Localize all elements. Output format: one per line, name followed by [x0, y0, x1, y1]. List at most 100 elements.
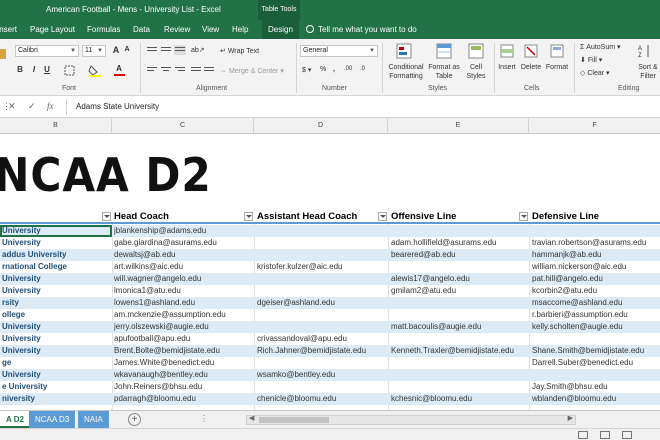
middle-align-icon[interactable]: [160, 45, 172, 55]
cell-assistant-head-coach[interactable]: [257, 225, 387, 237]
cancel-icon[interactable]: ✕: [8, 101, 16, 112]
cell-assistant-head-coach[interactable]: kristofer.kulzer@aic.edu: [257, 261, 387, 273]
borders-icon[interactable]: [64, 65, 76, 76]
tab-help[interactable]: Help: [232, 20, 248, 39]
page-layout-view-icon[interactable]: [600, 431, 610, 439]
cell-head-coach[interactable]: John.Reiners@bhsu.edu: [114, 381, 253, 393]
cell-head-coach[interactable]: will.wagner@angelo.edu: [114, 273, 253, 285]
tell-me-search[interactable]: Tell me what you want to do: [306, 20, 417, 39]
sort-filter-button[interactable]: Sort & Filter: [632, 63, 660, 81]
filter-dropdown-icon[interactable]: [102, 212, 111, 221]
cell-school[interactable]: University: [2, 333, 110, 345]
cell-head-coach[interactable]: wkavanaugh@bentley.edu: [114, 369, 253, 381]
cell-defensive-line[interactable]: Jay.Smith@bhsu.edu: [532, 381, 660, 393]
orientation-icon[interactable]: ab↗: [191, 46, 205, 54]
cell-head-coach[interactable]: gabe.giardina@asurams.edu: [114, 237, 253, 249]
cell-assistant-head-coach[interactable]: [257, 237, 387, 249]
cell-defensive-line[interactable]: hammanjk@ab.edu: [532, 249, 660, 261]
tab-view[interactable]: View: [202, 20, 219, 39]
cell-head-coach[interactable]: James.White@benedict.edu: [114, 357, 253, 369]
cell-assistant-head-coach[interactable]: [257, 285, 387, 297]
cell-offensive-line[interactable]: matt.bacoulis@augie.edu: [391, 321, 528, 333]
cell-offensive-line[interactable]: [391, 297, 528, 309]
insert-function-icon[interactable]: fx: [47, 101, 54, 111]
cell-offensive-line[interactable]: bearered@ab.edu: [391, 249, 528, 261]
cell-school[interactable]: ollege: [2, 309, 110, 321]
horizontal-scrollbar[interactable]: ◀ ▶: [246, 415, 576, 425]
cell-offensive-line[interactable]: [391, 369, 528, 381]
cell-assistant-head-coach[interactable]: [257, 357, 387, 369]
cell-head-coach[interactable]: Brent.Bolte@bemidjistate.edu: [114, 345, 253, 357]
bold-button[interactable]: B: [15, 65, 25, 74]
cell-styles-button[interactable]: Cell Styles: [460, 63, 492, 81]
cell-offensive-line[interactable]: alewis17@angelo.edu: [391, 273, 528, 285]
format-as-table-button[interactable]: Format as Table: [426, 63, 462, 81]
cell-assistant-head-coach[interactable]: chenicle@bloomu.edu: [257, 393, 387, 405]
conditional-formatting-button[interactable]: Conditional Formatting: [384, 63, 428, 81]
cell-school[interactable]: University: [2, 345, 110, 357]
underline-button[interactable]: U: [42, 65, 52, 74]
cell-offensive-line[interactable]: [391, 333, 528, 345]
cell-offensive-line[interactable]: [391, 381, 528, 393]
cell-offensive-line[interactable]: kchesnic@bloomu.edu: [391, 393, 528, 405]
insert-button[interactable]: Insert: [494, 63, 520, 72]
cell-head-coach[interactable]: jblankenship@adams.edu: [114, 225, 253, 237]
font-size-select[interactable]: 11 ▼: [82, 45, 106, 57]
add-sheet-icon[interactable]: +: [128, 413, 141, 426]
column-header-c[interactable]: C: [112, 118, 254, 134]
filter-dropdown-icon[interactable]: [244, 212, 253, 221]
formula-input[interactable]: Adams State University: [76, 102, 159, 111]
tab-review[interactable]: Review: [164, 20, 190, 39]
increase-indent-icon[interactable]: [203, 65, 215, 75]
number-format-select[interactable]: General ▼: [300, 45, 378, 57]
cell-defensive-line[interactable]: Darrell.Suber@benedict.edu: [532, 357, 660, 369]
cell-head-coach[interactable]: lmonica1@atu.edu: [114, 285, 253, 297]
cell-defensive-line[interactable]: Shane.Smith@bemidjistate.edu: [532, 345, 660, 357]
cell-school[interactable]: University: [2, 285, 110, 297]
header-defensive-line[interactable]: Defensive Line: [532, 210, 599, 224]
cell-defensive-line[interactable]: [532, 225, 660, 237]
tab-page-layout[interactable]: Page Layout: [30, 20, 75, 39]
align-right-icon[interactable]: [174, 65, 186, 75]
cell-offensive-line[interactable]: gmilam2@atu.edu: [391, 285, 528, 297]
sheet-tab-naia[interactable]: NAIA: [78, 411, 110, 428]
scroll-left-icon[interactable]: ◀: [249, 414, 254, 422]
worksheet-grid[interactable]: NCAA D2 Head Coach Assistant Head Coach …: [0, 134, 660, 410]
cell-defensive-line[interactable]: wblanden@bloomu.edu: [532, 393, 660, 405]
wrap-text-button[interactable]: ↵ Wrap Text: [220, 47, 259, 55]
cell-defensive-line[interactable]: william.nickerson@aic.edu: [532, 261, 660, 273]
font-color-icon[interactable]: A: [114, 64, 124, 73]
cell-offensive-line[interactable]: Kenneth.Traxler@bemidjistate.edu: [391, 345, 528, 357]
header-assistant-head-coach[interactable]: Assistant Head Coach: [257, 210, 357, 224]
cell-defensive-line[interactable]: r.barbieri@assumption.edu: [532, 309, 660, 321]
cell-defensive-line[interactable]: [532, 333, 660, 345]
scrollbar-thumb[interactable]: [259, 417, 329, 423]
cell-assistant-head-coach[interactable]: [257, 309, 387, 321]
currency-icon[interactable]: $ ▾: [302, 66, 311, 74]
cell-defensive-line[interactable]: kcorbin2@atu.edu: [532, 285, 660, 297]
filter-dropdown-icon[interactable]: [519, 212, 528, 221]
format-painter-icon[interactable]: [0, 47, 8, 61]
percent-icon[interactable]: %: [320, 66, 326, 73]
cell-defensive-line[interactable]: msaccome@ashland.edu: [532, 297, 660, 309]
page-break-view-icon[interactable]: [622, 431, 632, 439]
fill-color-icon[interactable]: [88, 64, 102, 77]
cell-assistant-head-coach[interactable]: [257, 381, 387, 393]
cell-school[interactable]: rnational College: [2, 261, 110, 273]
cell-head-coach[interactable]: apufootball@apu.edu: [114, 333, 253, 345]
cell-assistant-head-coach[interactable]: [257, 273, 387, 285]
cell-assistant-head-coach[interactable]: wsamko@bentley.edu: [257, 369, 387, 381]
column-header-b[interactable]: B: [0, 118, 112, 134]
scroll-right-icon[interactable]: ▶: [568, 414, 573, 422]
cell-offensive-line[interactable]: [391, 261, 528, 273]
sheet-tab-ncaa-d2[interactable]: A D2: [0, 411, 30, 428]
bottom-align-icon[interactable]: [174, 45, 186, 55]
header-offensive-line[interactable]: Offensive Line: [391, 210, 456, 224]
sheet-tab-ncaa-d3[interactable]: NCAA D3: [29, 411, 77, 428]
cell-assistant-head-coach[interactable]: crivassandoval@apu.edu: [257, 333, 387, 345]
cell-assistant-head-coach[interactable]: dgeiser@ashland.edu: [257, 297, 387, 309]
normal-view-icon[interactable]: [578, 431, 588, 439]
column-header-f[interactable]: F: [529, 118, 660, 134]
cell-school[interactable]: ge: [2, 357, 110, 369]
clear-button[interactable]: ◇ Clear ▾: [580, 69, 610, 77]
